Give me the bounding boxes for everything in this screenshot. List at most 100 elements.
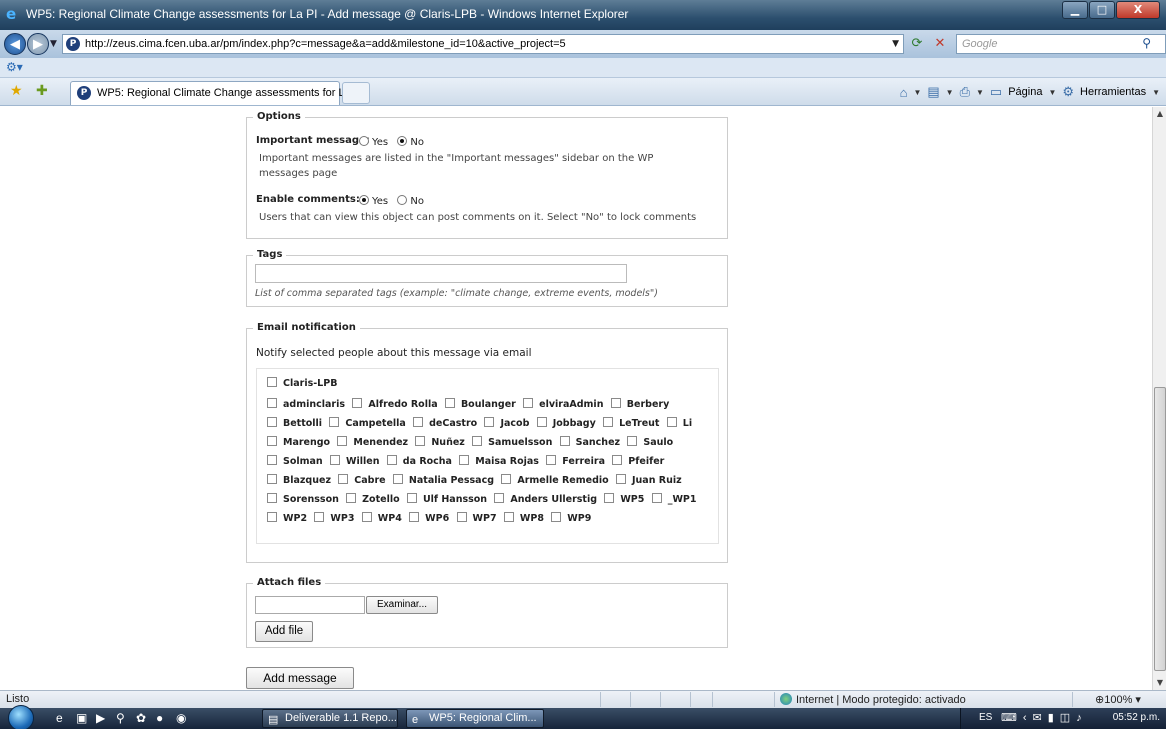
- page-menu[interactable]: Página: [1008, 86, 1042, 98]
- user-checkbox[interactable]: [267, 455, 277, 465]
- important-yes-radio[interactable]: [359, 136, 369, 146]
- user-checkbox[interactable]: [444, 398, 455, 408]
- add-message-button[interactable]: Add message: [246, 667, 354, 689]
- user-checkbox[interactable]: [651, 493, 662, 503]
- tray-icons[interactable]: ⌨‹✉▮◫♪: [1001, 711, 1088, 724]
- user-checkbox-item[interactable]: WP3: [314, 512, 354, 524]
- user-checkbox[interactable]: [536, 417, 547, 427]
- user-checkbox[interactable]: [267, 474, 277, 484]
- user-checkbox[interactable]: [352, 398, 363, 408]
- user-checkbox-item[interactable]: Jacob: [484, 417, 529, 429]
- print-dropdown-icon[interactable]: ▼: [976, 88, 984, 97]
- user-checkbox-item[interactable]: Berbery: [610, 398, 669, 410]
- windows-start-icon[interactable]: [8, 705, 34, 729]
- security-zone[interactable]: Internet | Modo protegido: activado: [780, 693, 966, 706]
- toolbar-options-icon[interactable]: ⚙▾: [6, 60, 23, 74]
- company-checkbox[interactable]: [267, 377, 277, 387]
- user-checkbox[interactable]: [484, 417, 495, 427]
- user-checkbox[interactable]: [267, 493, 277, 503]
- user-checkbox-item[interactable]: Bettolli: [267, 417, 322, 429]
- user-checkbox[interactable]: [501, 474, 512, 484]
- scroll-thumb[interactable]: [1154, 387, 1166, 671]
- page-scrollbar[interactable]: ▲ ▼: [1152, 107, 1166, 690]
- user-checkbox-item[interactable]: Cabre: [338, 474, 386, 486]
- user-checkbox[interactable]: [267, 436, 277, 446]
- user-checkbox-item[interactable]: adminclaris: [267, 398, 345, 410]
- user-checkbox-item[interactable]: Solman: [267, 455, 323, 467]
- scroll-up-icon[interactable]: ▲: [1153, 107, 1166, 121]
- user-checkbox-item[interactable]: Alfredo Rolla: [352, 398, 438, 410]
- maximize-button[interactable]: □: [1089, 1, 1115, 19]
- user-checkbox-item[interactable]: Marengo: [267, 436, 330, 448]
- home-icon[interactable]: ⌂: [900, 85, 908, 100]
- system-clock[interactable]: 05:52 p.m.: [1113, 712, 1160, 723]
- user-checkbox[interactable]: [406, 493, 417, 503]
- search-input[interactable]: Google ⚲: [956, 34, 1166, 54]
- taskbar-item-ie[interactable]: e WP5: Regional Clim...: [406, 709, 544, 728]
- feeds-dropdown-icon[interactable]: ▼: [946, 88, 954, 97]
- zoom-level[interactable]: ⊕100% ▾: [1095, 693, 1141, 706]
- user-checkbox-item[interactable]: Willen: [330, 455, 379, 467]
- quicklaunch-desktop-icon[interactable]: ▣: [76, 711, 87, 725]
- close-button[interactable]: X: [1116, 1, 1160, 19]
- user-checkbox-item[interactable]: Boulanger: [444, 398, 516, 410]
- user-checkbox[interactable]: [386, 455, 397, 465]
- user-checkbox[interactable]: [612, 455, 623, 465]
- user-checkbox[interactable]: [337, 436, 348, 446]
- forward-icon[interactable]: ▶: [27, 33, 49, 55]
- user-checkbox[interactable]: [456, 512, 467, 522]
- quicklaunch-search-icon[interactable]: ⚲: [116, 711, 125, 725]
- user-checkbox[interactable]: [627, 436, 638, 446]
- search-icon[interactable]: ⚲: [1142, 36, 1151, 50]
- quicklaunch-app3-icon[interactable]: ◉: [176, 711, 186, 725]
- add-file-button[interactable]: Add file: [255, 621, 313, 642]
- user-checkbox-item[interactable]: Blazquez: [267, 474, 331, 486]
- user-checkbox[interactable]: [267, 417, 277, 427]
- user-checkbox-item[interactable]: elviraAdmin: [523, 398, 603, 410]
- user-checkbox[interactable]: [329, 417, 340, 427]
- comments-no-radio[interactable]: [397, 195, 408, 205]
- home-dropdown-icon[interactable]: ▼: [913, 88, 921, 97]
- new-tab-button[interactable]: [342, 82, 370, 104]
- browse-button[interactable]: Examinar...: [366, 596, 438, 614]
- user-checkbox[interactable]: [503, 512, 514, 522]
- user-checkbox[interactable]: [604, 493, 615, 503]
- user-checkbox-item[interactable]: Ulf Hansson: [406, 493, 487, 505]
- quicklaunch-media-icon[interactable]: ▶: [96, 711, 105, 725]
- user-checkbox-item[interactable]: Maisa Rojas: [459, 455, 539, 467]
- user-checkbox-item[interactable]: Nuñez: [415, 436, 465, 448]
- user-checkbox-item[interactable]: Zotello: [346, 493, 400, 505]
- stop-icon[interactable]: ✕: [931, 35, 949, 53]
- user-checkbox[interactable]: [615, 474, 626, 484]
- user-checkbox[interactable]: [392, 474, 403, 484]
- user-checkbox-item[interactable]: WP6: [409, 512, 449, 524]
- comments-yes-radio[interactable]: [359, 195, 369, 205]
- user-checkbox[interactable]: [603, 417, 614, 427]
- language-indicator[interactable]: ES: [979, 712, 992, 723]
- user-checkbox[interactable]: [546, 455, 557, 465]
- user-checkbox[interactable]: [330, 455, 341, 465]
- user-checkbox[interactable]: [267, 398, 277, 408]
- user-checkbox[interactable]: [409, 512, 420, 522]
- user-checkbox[interactable]: [523, 398, 534, 408]
- user-checkbox-item[interactable]: Pfeifer: [612, 455, 664, 467]
- user-checkbox-item[interactable]: Saulo: [627, 436, 673, 448]
- user-checkbox[interactable]: [472, 436, 483, 446]
- user-checkbox[interactable]: [559, 436, 570, 446]
- feeds-icon[interactable]: ▤: [927, 84, 939, 100]
- add-favorites-icon[interactable]: ✚: [36, 83, 48, 99]
- print-icon[interactable]: ⎙: [960, 84, 970, 100]
- user-checkbox-item[interactable]: Jobbagy: [536, 417, 596, 429]
- page-dropdown-icon[interactable]: ▼: [1048, 88, 1056, 97]
- user-checkbox-item[interactable]: Juan Ruiz: [615, 474, 682, 486]
- user-checkbox-item[interactable]: deCastro: [413, 417, 477, 429]
- quicklaunch-app-icon[interactable]: ✿: [136, 711, 146, 725]
- user-checkbox-item[interactable]: Natalia Pessacg: [392, 474, 494, 486]
- user-checkbox-item[interactable]: Sanchez: [559, 436, 620, 448]
- user-checkbox[interactable]: [459, 455, 470, 465]
- user-checkbox-item[interactable]: Ferreira: [546, 455, 605, 467]
- user-checkbox-item[interactable]: WP8: [503, 512, 544, 524]
- tools-menu[interactable]: Herramientas: [1080, 86, 1146, 98]
- user-checkbox-item[interactable]: Menendez: [337, 436, 408, 448]
- user-checkbox[interactable]: [361, 512, 372, 522]
